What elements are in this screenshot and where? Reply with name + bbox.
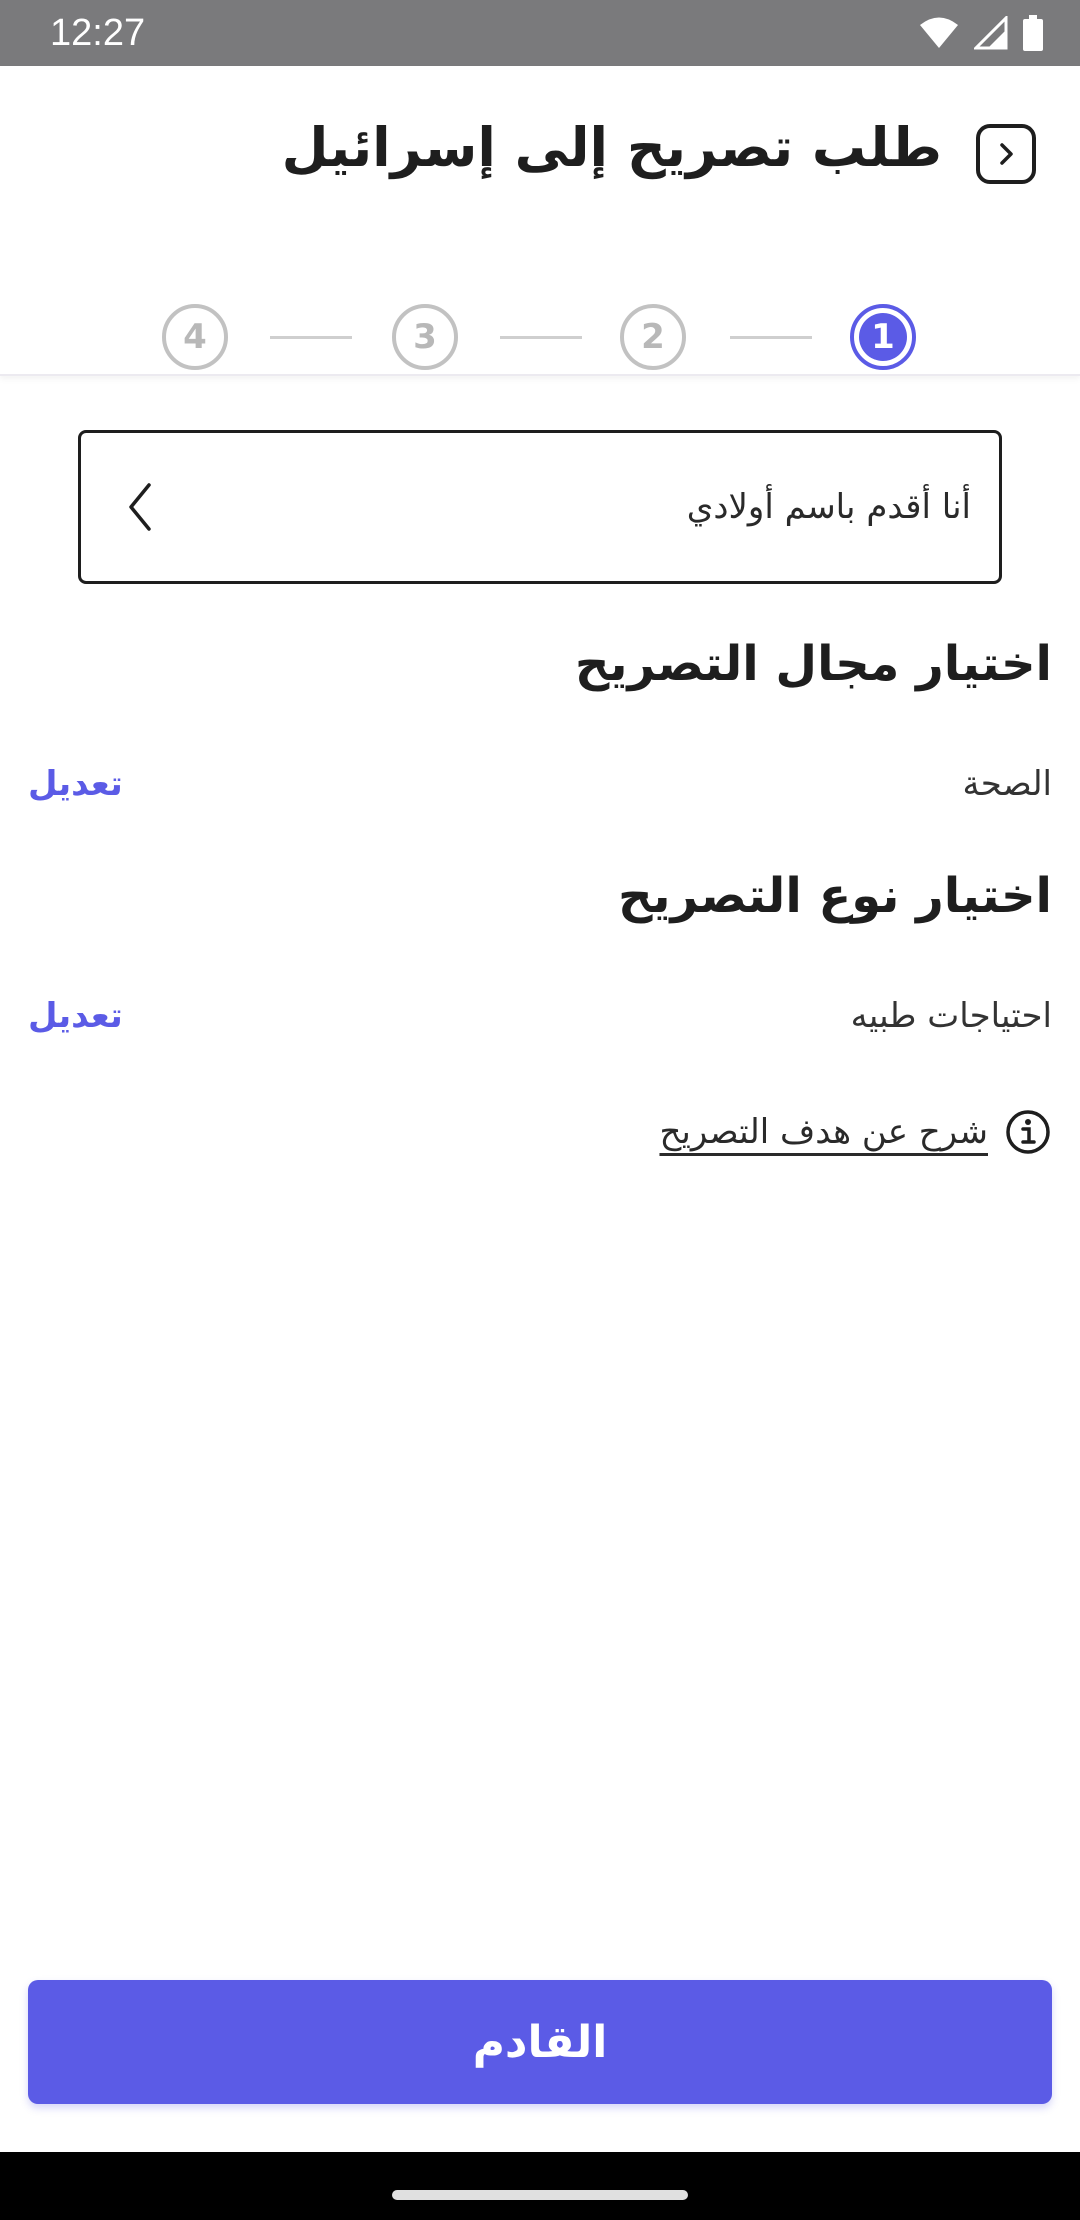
step-3: 3	[392, 304, 458, 370]
status-time: 12:27	[50, 11, 146, 54]
next-button[interactable]: القادم	[28, 1980, 1052, 2104]
battery-icon	[1023, 15, 1043, 51]
step-connector	[270, 336, 352, 339]
step-4: 4	[162, 304, 228, 370]
chevron-left-icon	[129, 483, 151, 531]
chevron-right-icon	[1000, 143, 1013, 165]
page-title: طلب تصريح إلى إسرائيل	[281, 116, 942, 179]
permit-purpose-link[interactable]: شرح عن هدف التصريح	[659, 1112, 988, 1152]
step-connector	[500, 336, 582, 339]
domain-edit-link[interactable]: تعديل	[28, 764, 123, 804]
type-edit-link[interactable]: تعديل	[28, 996, 123, 1036]
wifi-icon	[920, 17, 958, 48]
step-1-label: 1	[871, 317, 895, 357]
type-value: احتياجات طبيه	[850, 996, 1052, 1036]
info-icon	[1006, 1110, 1050, 1154]
status-icons	[918, 15, 1044, 51]
step-1-active: 1	[850, 304, 916, 370]
step-4-label: 4	[183, 317, 207, 357]
back-button[interactable]	[976, 124, 1036, 184]
applicant-selector[interactable]: أنا أقدم باسم أولادي	[78, 430, 1002, 584]
step-3-label: 3	[413, 317, 437, 357]
domain-value: الصحة	[962, 764, 1052, 804]
step-2-label: 2	[641, 317, 665, 357]
info-row[interactable]: شرح عن هدف التصريح	[659, 1104, 1052, 1160]
step-2: 2	[620, 304, 686, 370]
header: طلب تصريح إلى إسرائيل 4 3 2 1	[0, 66, 1080, 376]
applicant-selector-value: أنا أقدم باسم أولادي	[686, 487, 971, 527]
step-connector	[730, 336, 812, 339]
navigation-bar	[0, 2152, 1080, 2220]
status-bar: 12:27	[0, 0, 1080, 66]
screen: 12:27 طلب تصريح إلى إسرائيل 4 3 2 1 أنا …	[0, 0, 1080, 2220]
signal-icon	[974, 16, 1008, 50]
type-section-title: اختيار نوع التصريح	[617, 868, 1052, 924]
stepper: 4 3 2 1	[160, 304, 920, 376]
step-1-fill: 1	[859, 313, 907, 361]
domain-section-title: اختيار مجال التصريح	[574, 636, 1052, 692]
home-indicator[interactable]	[392, 2190, 688, 2200]
